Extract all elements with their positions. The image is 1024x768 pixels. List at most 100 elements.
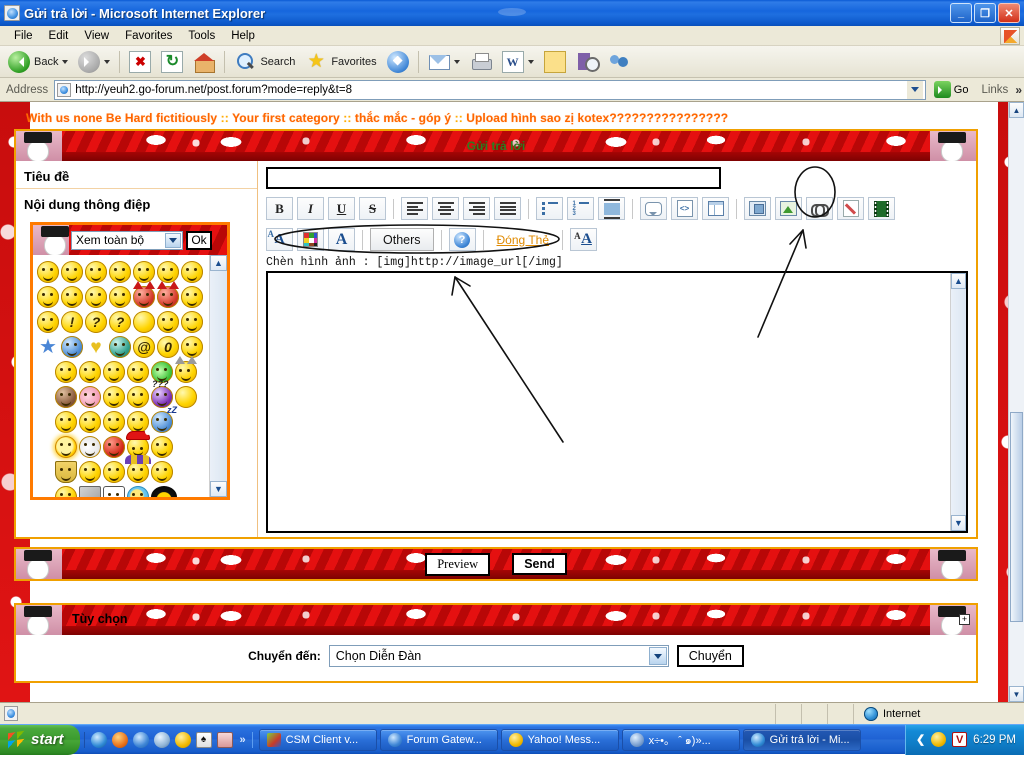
cat-smiley-icon[interactable] xyxy=(175,355,197,383)
menu-favorites[interactable]: Favorites xyxy=(117,28,180,44)
flower-smiley-icon[interactable] xyxy=(127,485,149,497)
align-center-button[interactable] xyxy=(432,197,459,220)
refresh-button[interactable] xyxy=(157,49,187,75)
others-button[interactable]: Others xyxy=(370,228,434,251)
minimize-button[interactable]: _ xyxy=(950,3,972,23)
menu-tools[interactable]: Tools xyxy=(180,28,223,44)
align-justify-button[interactable] xyxy=(494,197,521,220)
shocked-smiley-icon[interactable] xyxy=(175,385,197,408)
jester-smiley-icon[interactable] xyxy=(125,454,151,483)
breadcrumb-item-forum[interactable]: thắc mắc - góp ý xyxy=(355,111,451,125)
smiley-icon[interactable] xyxy=(133,260,155,283)
scrollbar-thumb[interactable] xyxy=(1010,412,1023,622)
chevron-down-icon[interactable] xyxy=(62,59,69,64)
box-smiley-icon[interactable] xyxy=(79,485,101,497)
jump-to-select[interactable]: Chọn Diễn Đàn xyxy=(328,645,669,667)
expand-options-button[interactable]: + xyxy=(959,614,970,625)
calculator-icon[interactable] xyxy=(216,731,233,748)
send-button[interactable]: Send xyxy=(512,553,567,575)
smiley-icon[interactable] xyxy=(181,335,203,358)
scrollbar-track[interactable] xyxy=(210,271,227,481)
home-button[interactable] xyxy=(189,49,219,75)
font-color-button[interactable] xyxy=(297,228,324,251)
restore-button[interactable]: ❐ xyxy=(974,3,996,23)
smiley-icon[interactable] xyxy=(109,260,131,283)
code-button[interactable] xyxy=(671,197,698,220)
cherry-smiley-icon[interactable] xyxy=(103,435,125,458)
pig-smiley-icon[interactable] xyxy=(79,385,101,408)
sly-smiley-icon[interactable] xyxy=(55,485,77,497)
insert-link-button[interactable] xyxy=(806,197,833,220)
cards-icon[interactable] xyxy=(195,731,212,748)
king-smiley-icon[interactable] xyxy=(103,460,125,483)
smiley-icon[interactable] xyxy=(85,260,107,283)
quote-button[interactable] xyxy=(640,197,667,220)
taskbar-item-yahoo[interactable]: Yahoo! Mess... xyxy=(500,728,619,751)
close-tag-link[interactable]: Đóng Thẻ xyxy=(491,233,555,247)
insert-image-file-button[interactable] xyxy=(744,197,771,220)
chevron-down-icon[interactable] xyxy=(165,232,181,248)
print-button[interactable] xyxy=(466,49,496,75)
idea-smiley-icon[interactable] xyxy=(103,410,125,433)
yahoo-messenger-icon[interactable] xyxy=(174,731,191,748)
bold-button[interactable]: B xyxy=(266,197,293,220)
firefox-icon[interactable] xyxy=(111,731,128,748)
indent-button[interactable] xyxy=(598,197,625,220)
volume-tray-icon[interactable]: V xyxy=(952,732,968,747)
note-button[interactable] xyxy=(540,49,570,75)
insert-video-button[interactable] xyxy=(868,197,895,220)
media-button[interactable] xyxy=(383,49,413,75)
address-dropdown-icon[interactable] xyxy=(906,80,923,99)
chevron-down-icon[interactable] xyxy=(527,59,534,64)
scroll-up-icon[interactable]: ▲ xyxy=(1009,102,1024,118)
exclamation-smiley-icon[interactable]: ! xyxy=(61,310,83,333)
subject-input[interactable] xyxy=(266,167,721,189)
smiley-icon[interactable] xyxy=(157,260,179,283)
font-size-button[interactable]: A xyxy=(328,228,355,251)
smiley-icon[interactable] xyxy=(61,260,83,283)
smiley-icon[interactable] xyxy=(181,310,203,333)
yahoo-messenger-tray-icon[interactable] xyxy=(931,732,947,747)
smiley-icon[interactable] xyxy=(37,285,59,308)
chevron-down-icon[interactable] xyxy=(104,59,111,64)
word-button[interactable] xyxy=(498,49,538,75)
smiley-icon[interactable] xyxy=(127,385,149,408)
align-right-button[interactable] xyxy=(463,197,490,220)
smiley-icon[interactable] xyxy=(37,310,59,333)
brown-smiley-icon[interactable] xyxy=(55,385,77,408)
scroll-down-icon[interactable]: ▼ xyxy=(1009,686,1024,702)
bunny-smiley-icon[interactable] xyxy=(79,435,101,458)
devil-smiley-icon[interactable] xyxy=(157,280,179,308)
strikethrough-button[interactable]: S xyxy=(359,197,386,220)
grin-smiley-icon[interactable] xyxy=(103,385,125,408)
reindeer-smiley-icon[interactable] xyxy=(151,435,173,458)
breadcrumb-item-category[interactable]: Your first category xyxy=(232,111,340,125)
teal-smiley-icon[interactable] xyxy=(109,335,131,358)
chevron-down-icon[interactable] xyxy=(453,59,460,64)
text-style-button[interactable]: AA xyxy=(570,228,597,251)
italic-button[interactable]: I xyxy=(297,197,324,220)
breadcrumb-item-topic[interactable]: Upload hình sao zị kotex???????????????? xyxy=(466,111,728,125)
smiley-icon[interactable] xyxy=(157,310,179,333)
afro-smiley-icon[interactable] xyxy=(151,485,177,497)
editor-scrollbar[interactable]: ▲ ▼ xyxy=(950,273,966,531)
question-smiley-icon[interactable]: ? xyxy=(85,310,107,333)
taskbar-item-forum-gateway[interactable]: Forum Gatew... xyxy=(379,728,498,751)
forward-button[interactable] xyxy=(74,49,114,75)
jump-button[interactable]: Chuyển xyxy=(676,645,744,667)
page-scrollbar[interactable]: ▲ ▼ xyxy=(1008,102,1024,702)
search-button[interactable]: Search xyxy=(230,49,299,75)
handshake-smiley-icon[interactable] xyxy=(55,410,77,433)
chevron-double-right-icon[interactable]: » xyxy=(238,734,246,746)
at-smiley-icon[interactable]: @ xyxy=(133,335,155,358)
taskbar-item-active-ie[interactable]: Gửi trả lời - Mi... xyxy=(742,728,861,751)
scroll-up-icon[interactable]: ▲ xyxy=(210,255,227,271)
elephant-smiley-icon[interactable] xyxy=(103,485,125,497)
scroll-down-icon[interactable]: ▼ xyxy=(210,481,227,497)
scroll-down-icon[interactable]: ▼ xyxy=(951,515,966,531)
numbered-list-button[interactable]: 123 xyxy=(567,197,594,220)
font-face-button[interactable]: A xyxy=(266,228,293,251)
punk-smiley-icon[interactable] xyxy=(79,460,101,483)
kiss-smiley-icon[interactable] xyxy=(103,360,125,383)
pharaoh-smiley-icon[interactable] xyxy=(55,460,77,483)
